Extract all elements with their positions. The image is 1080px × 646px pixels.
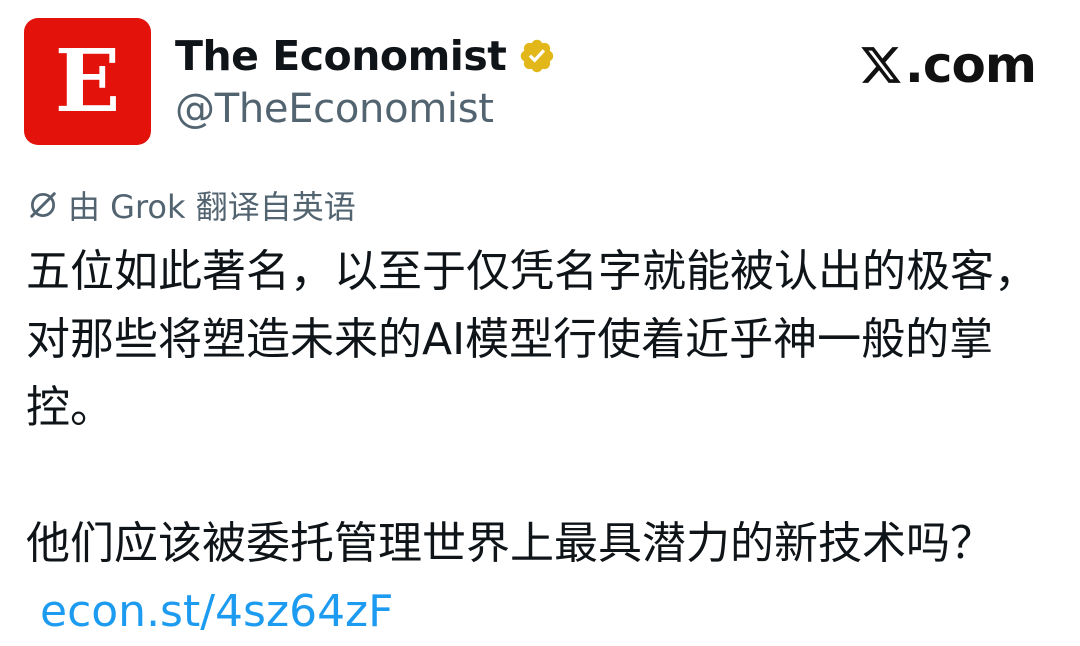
tweet-paragraph-1: 五位如此著名，以至于仅凭名字就能被认出的极客，对那些将塑造未来的AI模型行使着近… <box>26 246 1038 433</box>
tweet-paragraph-2: 他们应该被委托管理世界上最具潜力的新技术吗？ econ.st/4sz64zF <box>26 510 1056 646</box>
avatar-logo-letter: E <box>54 30 121 132</box>
x-brand: .com <box>859 36 1037 94</box>
verified-badge-icon <box>521 39 554 73</box>
display-name[interactable]: The Economist <box>175 32 507 80</box>
author-handle[interactable]: @TheEconomist <box>175 86 494 132</box>
translation-label: 由 Grok 翻译自英语 <box>68 188 356 226</box>
translation-notice[interactable]: 由 Grok 翻译自英语 <box>28 182 356 228</box>
x-logo-icon <box>861 47 901 83</box>
tweet-paragraph-2-text: 他们应该被委托管理世界上最具潜力的新技术吗？ <box>26 518 994 569</box>
grok-icon <box>30 192 56 218</box>
tweet-text: 五位如此著名，以至于仅凭名字就能被认出的极客，对那些将塑造未来的AI模型行使着近… <box>26 238 1056 646</box>
avatar[interactable]: E <box>24 18 151 145</box>
tweet-link[interactable]: econ.st/4sz64zF <box>40 586 393 637</box>
author-name-row: The Economist <box>175 30 556 82</box>
x-brand-suffix: .com <box>904 36 1037 94</box>
